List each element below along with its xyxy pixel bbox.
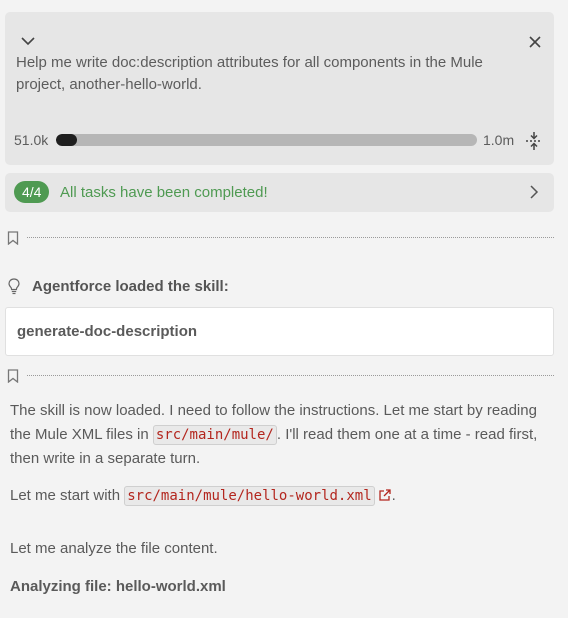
chevron-right-icon bbox=[530, 185, 539, 199]
chevron-down-icon[interactable] bbox=[19, 32, 37, 50]
skill-card: generate-doc-description bbox=[5, 307, 554, 356]
task-count-badge: 4/4 bbox=[14, 181, 50, 203]
divider-line bbox=[27, 237, 554, 238]
bookmark-icon[interactable] bbox=[7, 369, 19, 383]
folder-path-code: src/main/mule/ bbox=[152, 425, 277, 445]
analyzing-status: Analyzing file: hello-world.xml bbox=[10, 578, 226, 595]
close-icon[interactable] bbox=[526, 33, 544, 51]
token-usage-bar bbox=[56, 134, 477, 146]
task-status-row[interactable]: 4/4 All tasks have been completed! bbox=[5, 173, 554, 212]
bookmark-icon[interactable] bbox=[7, 231, 19, 245]
lightbulb-icon bbox=[8, 278, 20, 295]
tokens-used-label: 51.0k bbox=[14, 132, 49, 148]
token-usage-fill bbox=[56, 134, 78, 146]
task-prompt: Help me write doc:description attributes… bbox=[16, 54, 483, 93]
skill-heading-label: Agentforce loaded the skill: bbox=[32, 278, 229, 295]
message-divider bbox=[5, 367, 554, 385]
assistant-message: The skill is now loaded. I need to follo… bbox=[10, 399, 545, 471]
message-text: Let me analyze the file content. bbox=[10, 540, 218, 557]
tokens-max-label: 1.0m bbox=[483, 132, 515, 148]
file-link[interactable]: src/main/mule/hello-world.xml bbox=[124, 486, 375, 506]
external-link-icon[interactable] bbox=[378, 488, 392, 502]
divider-line bbox=[27, 375, 554, 376]
task-status-message: All tasks have been completed! bbox=[60, 184, 268, 201]
assistant-message: Let me start with src/main/mule/hello-wo… bbox=[10, 484, 545, 508]
message-text: . bbox=[391, 487, 396, 504]
compress-icon[interactable] bbox=[524, 131, 544, 151]
assistant-message: Let me analyze the file content. bbox=[10, 537, 545, 561]
task-card: Help me write doc:description attributes… bbox=[5, 12, 554, 165]
skill-name: generate-doc-description bbox=[17, 323, 198, 340]
message-divider bbox=[5, 229, 554, 247]
message-text: Let me start with bbox=[10, 487, 125, 504]
